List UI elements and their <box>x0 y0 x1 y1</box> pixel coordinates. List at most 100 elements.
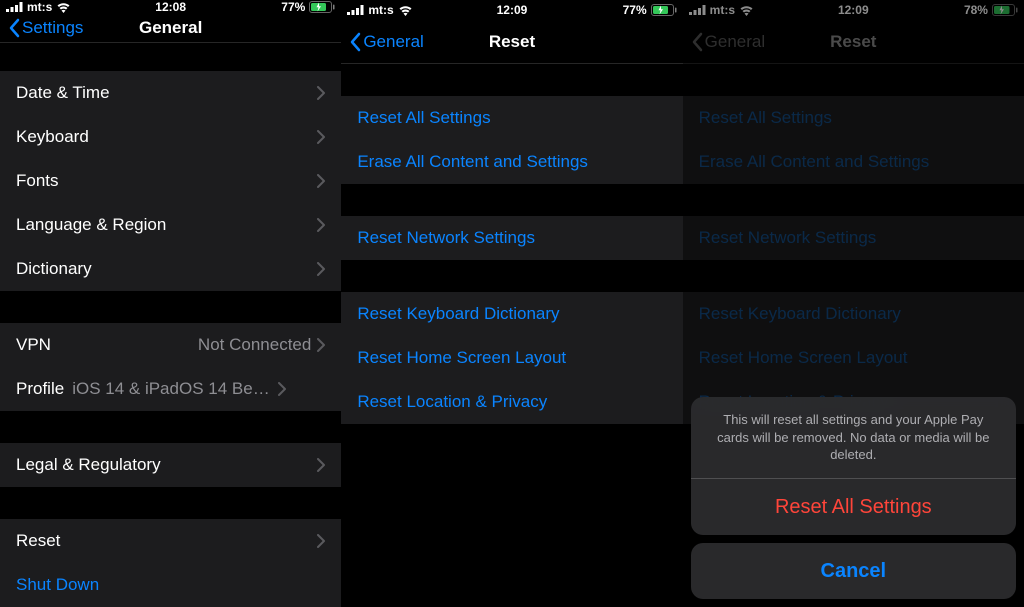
status-bar: mt:s 12:08 77% <box>0 0 341 14</box>
cell-erase-all: Erase All Content and Settings <box>683 140 1024 184</box>
group-general-4: Reset Shut Down <box>0 519 341 607</box>
battery-pct-label: 77% <box>623 3 647 17</box>
cell-label: Reset <box>16 531 317 551</box>
cell-label: Erase All Content and Settings <box>699 152 1008 172</box>
nav-bar: General Reset <box>341 20 682 64</box>
cell-label: Profile <box>16 379 64 399</box>
cell-reset-keyboard-dict: Reset Keyboard Dictionary <box>683 292 1024 336</box>
cell-date-time[interactable]: Date & Time <box>0 71 341 115</box>
cell-reset-location-privacy[interactable]: Reset Location & Privacy <box>341 380 682 424</box>
battery-icon <box>651 4 677 16</box>
cell-label: Reset Network Settings <box>699 228 1008 248</box>
chevron-right-icon <box>317 130 325 144</box>
cell-label: Reset Location & Privacy <box>357 392 666 412</box>
cell-legal[interactable]: Legal & Regulatory <box>0 443 341 487</box>
signal-icon <box>347 5 364 15</box>
cell-label: Reset Keyboard Dictionary <box>699 304 1008 324</box>
cell-label: Dictionary <box>16 259 317 279</box>
cell-reset-keyboard-dict[interactable]: Reset Keyboard Dictionary <box>341 292 682 336</box>
group-general-1: Date & Time Keyboard Fonts Language & Re… <box>0 71 341 291</box>
chevron-left-icon <box>8 18 20 38</box>
action-sheet-cancel-block: Cancel <box>691 543 1016 599</box>
cell-label: Shut Down <box>16 575 325 595</box>
chevron-right-icon <box>317 174 325 188</box>
group-general-2: VPN Not Connected Profile iOS 14 & iPadO… <box>0 323 341 411</box>
cell-detail: Not Connected <box>198 335 311 355</box>
cell-vpn[interactable]: VPN Not Connected <box>0 323 341 367</box>
nav-title: Reset <box>830 32 876 52</box>
screen-general: mt:s 12:08 77% Settings General Date & T… <box>0 0 341 607</box>
screen-reset-confirm: mt:s 12:09 78% General Reset Reset All S… <box>683 0 1024 607</box>
battery-icon <box>992 4 1018 16</box>
cell-language-region[interactable]: Language & Region <box>0 203 341 247</box>
reset-list: Reset All Settings Erase All Content and… <box>683 64 1024 424</box>
back-label: General <box>705 32 765 52</box>
cell-label: Fonts <box>16 171 317 191</box>
cell-reset[interactable]: Reset <box>0 519 341 563</box>
cell-reset-all-settings: Reset All Settings <box>683 96 1024 140</box>
cell-label: Date & Time <box>16 83 317 103</box>
back-button[interactable]: General <box>349 32 423 52</box>
reset-list: Reset All Settings Erase All Content and… <box>341 64 682 424</box>
back-label: General <box>363 32 423 52</box>
action-sheet-message: This will reset all settings and your Ap… <box>691 397 1016 479</box>
action-cancel-button[interactable]: Cancel <box>691 543 1016 599</box>
cell-dictionary[interactable]: Dictionary <box>0 247 341 291</box>
wifi-icon <box>398 5 413 16</box>
carrier-label: mt:s <box>368 3 393 17</box>
cell-label: Language & Region <box>16 215 317 235</box>
clock-label: 12:08 <box>155 0 186 14</box>
signal-icon <box>6 2 23 12</box>
cell-erase-all[interactable]: Erase All Content and Settings <box>341 140 682 184</box>
wifi-icon <box>739 5 754 16</box>
battery-icon <box>309 1 335 13</box>
group-general-3: Legal & Regulatory <box>0 443 341 487</box>
status-bar: mt:s 12:09 78% <box>683 0 1024 20</box>
nav-title: Reset <box>489 32 535 52</box>
group-reset-3: Reset Keyboard Dictionary Reset Home Scr… <box>341 292 682 424</box>
nav-title: General <box>139 18 202 38</box>
chevron-right-icon <box>317 86 325 100</box>
nav-bar: Settings General <box>0 14 341 43</box>
cell-label: Keyboard <box>16 127 317 147</box>
chevron-right-icon <box>317 458 325 472</box>
back-label: Settings <box>22 18 83 38</box>
cell-label: Reset All Settings <box>357 108 666 128</box>
signal-icon <box>689 5 706 15</box>
chevron-right-icon <box>317 338 325 352</box>
cell-fonts[interactable]: Fonts <box>0 159 341 203</box>
chevron-right-icon <box>317 262 325 276</box>
cell-shutdown[interactable]: Shut Down <box>0 563 341 607</box>
cell-reset-network: Reset Network Settings <box>683 216 1024 260</box>
carrier-label: mt:s <box>27 0 52 14</box>
chevron-left-icon <box>691 32 703 52</box>
group-reset-1: Reset All Settings Erase All Content and… <box>341 96 682 184</box>
chevron-left-icon <box>349 32 361 52</box>
cell-profile[interactable]: Profile iOS 14 & iPadOS 14 Beta Softwar.… <box>0 367 341 411</box>
action-reset-all-button[interactable]: Reset All Settings <box>691 479 1016 535</box>
settings-list: Date & Time Keyboard Fonts Language & Re… <box>0 43 341 607</box>
cell-label: Reset Home Screen Layout <box>357 348 666 368</box>
group-reset-2: Reset Network Settings <box>683 216 1024 260</box>
cell-label: Legal & Regulatory <box>16 455 317 475</box>
cell-label: VPN <box>16 335 198 355</box>
cell-reset-all-settings[interactable]: Reset All Settings <box>341 96 682 140</box>
cell-reset-home-layout: Reset Home Screen Layout <box>683 336 1024 380</box>
cell-detail: iOS 14 & iPadOS 14 Beta Softwar... <box>72 379 272 399</box>
cell-reset-network[interactable]: Reset Network Settings <box>341 216 682 260</box>
chevron-right-icon <box>317 218 325 232</box>
cell-keyboard[interactable]: Keyboard <box>0 115 341 159</box>
nav-bar: General Reset <box>683 20 1024 64</box>
wifi-icon <box>56 2 71 13</box>
action-sheet-main: This will reset all settings and your Ap… <box>691 397 1016 535</box>
cell-label: Reset Keyboard Dictionary <box>357 304 666 324</box>
group-reset-2: Reset Network Settings <box>341 216 682 260</box>
back-button[interactable]: Settings <box>8 18 83 38</box>
chevron-right-icon <box>278 382 286 396</box>
screen-reset: mt:s 12:09 77% General Reset Reset All S… <box>341 0 682 607</box>
action-sheet: This will reset all settings and your Ap… <box>691 397 1016 599</box>
cell-label: Erase All Content and Settings <box>357 152 666 172</box>
cell-reset-home-layout[interactable]: Reset Home Screen Layout <box>341 336 682 380</box>
cell-label: Reset All Settings <box>699 108 1008 128</box>
group-reset-1: Reset All Settings Erase All Content and… <box>683 96 1024 184</box>
